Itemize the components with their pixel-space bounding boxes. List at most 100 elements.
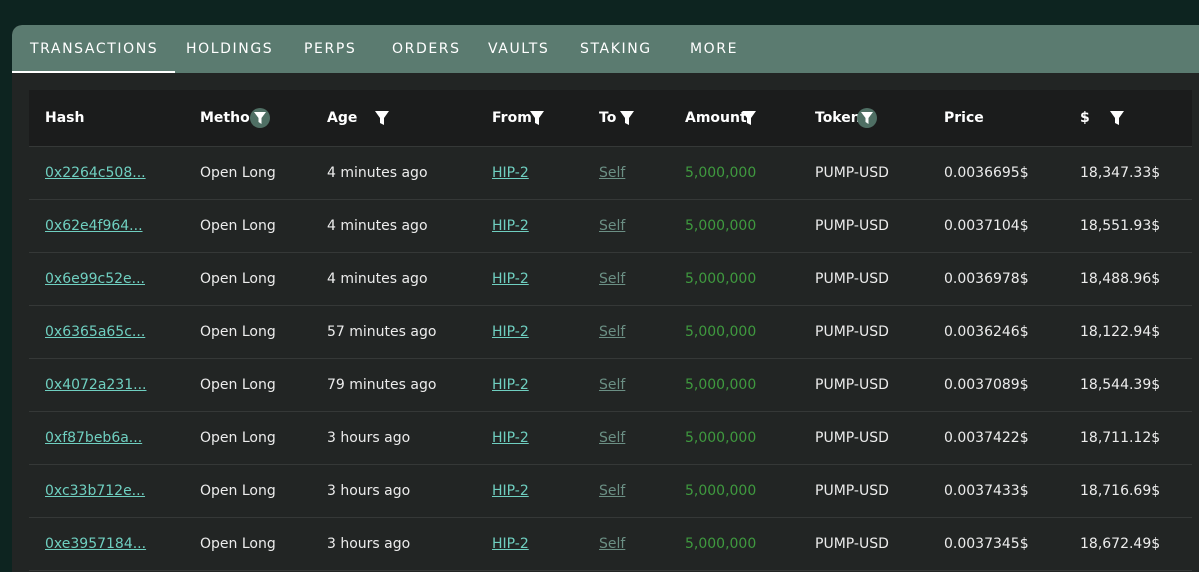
table-row: 0x62e4f964... Open Long 4 minutes ago HI… — [29, 200, 1192, 253]
to-filter-icon[interactable] — [617, 108, 637, 128]
usd-value-cell: 18,711.12$ — [1080, 430, 1161, 446]
method-cell: Open Long — [200, 483, 276, 499]
to-link[interactable]: Self — [599, 465, 625, 517]
usd-filter-icon[interactable] — [1107, 108, 1127, 128]
usd-value-cell: 18,122.94$ — [1080, 324, 1161, 340]
price-cell: 0.0036978$ — [944, 271, 1029, 287]
from-filter-icon[interactable] — [527, 108, 547, 128]
from-link[interactable]: HIP-2 — [492, 200, 529, 252]
table-row: 0x6365a65c... Open Long 57 minutes ago H… — [29, 306, 1192, 359]
tx-hash-link[interactable]: 0x6e99c52e... — [45, 253, 145, 305]
method-cell: Open Long — [200, 271, 276, 287]
age-cell: 3 hours ago — [327, 430, 411, 446]
age-cell: 79 minutes ago — [327, 377, 437, 393]
column-header-hash: Hash — [45, 110, 85, 126]
price-cell: 0.0036695$ — [944, 165, 1029, 181]
tab-more[interactable]: MORE — [690, 25, 738, 73]
to-link[interactable]: Self — [599, 412, 625, 464]
token-cell: PUMP-USD — [815, 483, 889, 499]
price-cell: 0.0037104$ — [944, 218, 1029, 234]
tx-hash-link[interactable]: 0xe3957184... — [45, 518, 146, 570]
tab-transactions[interactable]: TRANSACTIONS — [12, 25, 176, 73]
usd-value-cell: 18,488.96$ — [1080, 271, 1161, 287]
column-header-age: Age — [327, 110, 358, 126]
amount-cell: 5,000,000 — [685, 377, 757, 393]
token-cell: PUMP-USD — [815, 324, 889, 340]
price-cell: 0.0037089$ — [944, 377, 1029, 393]
method-cell: Open Long — [200, 218, 276, 234]
token-cell: PUMP-USD — [815, 430, 889, 446]
table-row: 0xe3957184... Open Long 3 hours ago HIP-… — [29, 518, 1192, 571]
tx-hash-link[interactable]: 0x6365a65c... — [45, 306, 145, 358]
table-row: 0xc33b712e... Open Long 3 hours ago HIP-… — [29, 465, 1192, 518]
age-cell: 57 minutes ago — [327, 324, 437, 340]
usd-value-cell: 18,347.33$ — [1080, 165, 1161, 181]
age-filter-icon[interactable] — [372, 108, 392, 128]
from-link[interactable]: HIP-2 — [492, 253, 529, 305]
from-link[interactable]: HIP-2 — [492, 412, 529, 464]
to-link[interactable]: Self — [599, 253, 625, 305]
token-cell: PUMP-USD — [815, 536, 889, 552]
age-cell: 4 minutes ago — [327, 165, 428, 181]
column-header-amount: Amount — [685, 110, 747, 126]
table-row: 0x2264c508... Open Long 4 minutes ago HI… — [29, 147, 1192, 200]
age-cell: 4 minutes ago — [327, 218, 428, 234]
to-link[interactable]: Self — [599, 518, 625, 570]
amount-filter-icon[interactable] — [739, 108, 759, 128]
tab-bar: TRANSACTIONS HOLDINGS PERPS ORDERS VAULT… — [12, 25, 1199, 73]
price-cell: 0.0037433$ — [944, 483, 1029, 499]
age-cell: 3 hours ago — [327, 536, 411, 552]
to-link[interactable]: Self — [599, 200, 625, 252]
from-link[interactable]: HIP-2 — [492, 147, 529, 199]
usd-value-cell: 18,672.49$ — [1080, 536, 1161, 552]
to-link[interactable]: Self — [599, 306, 625, 358]
amount-cell: 5,000,000 — [685, 536, 757, 552]
amount-cell: 5,000,000 — [685, 218, 757, 234]
method-cell: Open Long — [200, 377, 276, 393]
token-cell: PUMP-USD — [815, 165, 889, 181]
price-cell: 0.0037422$ — [944, 430, 1029, 446]
method-cell: Open Long — [200, 536, 276, 552]
token-cell: PUMP-USD — [815, 377, 889, 393]
from-link[interactable]: HIP-2 — [492, 306, 529, 358]
table-row: 0xf87beb6a... Open Long 3 hours ago HIP-… — [29, 412, 1192, 465]
transactions-panel: TRANSACTIONS HOLDINGS PERPS ORDERS VAULT… — [12, 25, 1199, 572]
tab-holdings[interactable]: HOLDINGS — [186, 25, 273, 73]
table-row: 0x4072a231... Open Long 79 minutes ago H… — [29, 359, 1192, 412]
method-cell: Open Long — [200, 324, 276, 340]
from-link[interactable]: HIP-2 — [492, 359, 529, 411]
amount-cell: 5,000,000 — [685, 271, 757, 287]
column-header-usd: $ — [1080, 110, 1090, 126]
method-cell: Open Long — [200, 430, 276, 446]
column-header-from: From — [492, 110, 532, 126]
tx-hash-link[interactable]: 0x4072a231... — [45, 359, 146, 411]
age-cell: 3 hours ago — [327, 483, 411, 499]
price-cell: 0.0036246$ — [944, 324, 1029, 340]
transactions-table: Hash Method Age From To Amount Token Pri… — [29, 90, 1192, 572]
tx-hash-link[interactable]: 0xf87beb6a... — [45, 412, 142, 464]
token-cell: PUMP-USD — [815, 271, 889, 287]
to-link[interactable]: Self — [599, 359, 625, 411]
to-link[interactable]: Self — [599, 147, 625, 199]
age-cell: 4 minutes ago — [327, 271, 428, 287]
tx-hash-link[interactable]: 0x2264c508... — [45, 147, 146, 199]
token-filter-icon[interactable] — [857, 108, 877, 128]
tab-orders[interactable]: ORDERS — [392, 25, 461, 73]
usd-value-cell: 18,551.93$ — [1080, 218, 1161, 234]
amount-cell: 5,000,000 — [685, 483, 757, 499]
column-header-price: Price — [944, 110, 984, 126]
usd-value-cell: 18,544.39$ — [1080, 377, 1161, 393]
method-cell: Open Long — [200, 165, 276, 181]
tx-hash-link[interactable]: 0x62e4f964... — [45, 200, 143, 252]
amount-cell: 5,000,000 — [685, 324, 757, 340]
usd-value-cell: 18,716.69$ — [1080, 483, 1161, 499]
column-header-to: To — [599, 110, 617, 126]
tab-vaults[interactable]: VAULTS — [488, 25, 549, 73]
table-header: Hash Method Age From To Amount Token Pri… — [29, 90, 1192, 147]
tx-hash-link[interactable]: 0xc33b712e... — [45, 465, 145, 517]
from-link[interactable]: HIP-2 — [492, 465, 529, 517]
from-link[interactable]: HIP-2 — [492, 518, 529, 570]
method-filter-icon[interactable] — [250, 108, 270, 128]
tab-staking[interactable]: STAKING — [580, 25, 652, 73]
tab-perps[interactable]: PERPS — [304, 25, 356, 73]
